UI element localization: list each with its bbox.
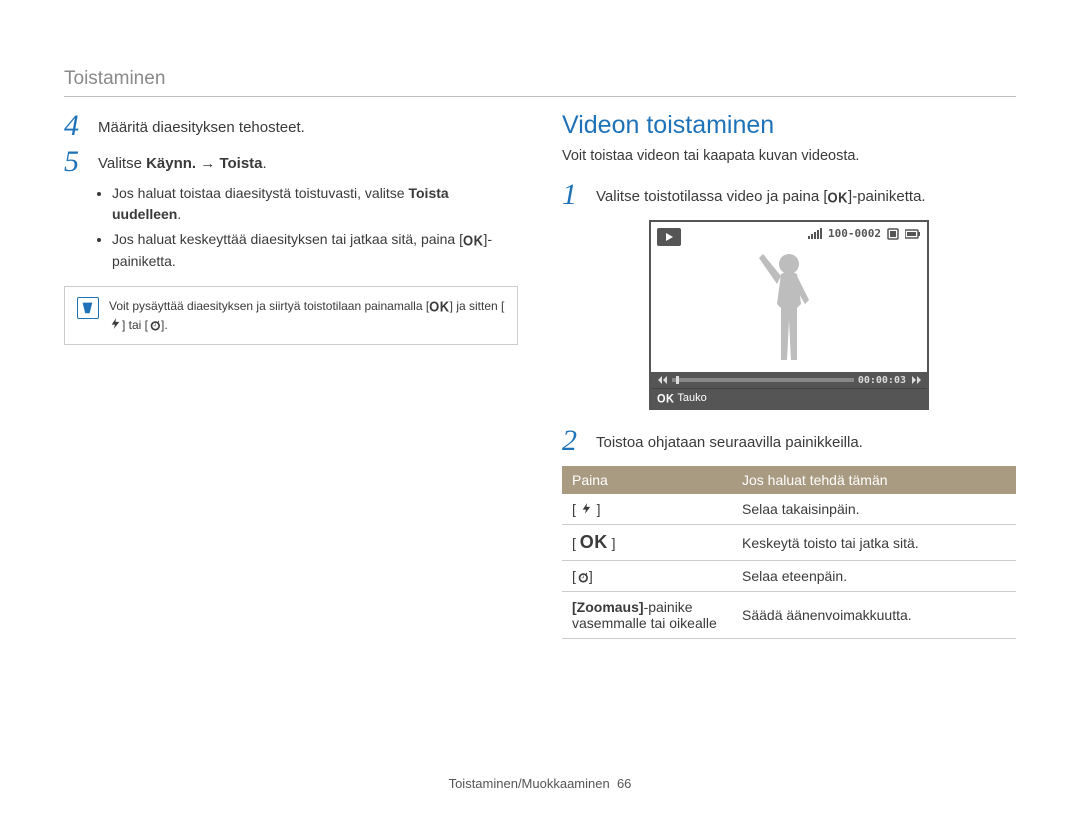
table-row: [ OK ]Keskeytä toisto tai jatka sitä.	[562, 525, 1016, 561]
desc-cell: Selaa eteenpäin.	[732, 561, 1016, 592]
caption-text: Tauko	[675, 392, 707, 404]
table-header: Jos haluat tehdä tämän	[732, 466, 1016, 494]
step-number: 5	[64, 147, 86, 177]
step-text: Valitse toistotilassa video ja paina [OK…	[596, 180, 1016, 210]
ok-icon: OK	[463, 230, 484, 251]
step-number: 1	[562, 180, 584, 210]
desc-cell: Keskeytä toisto tai jatka sitä.	[732, 525, 1016, 561]
frame-counter: 100-0002	[828, 227, 881, 240]
step-text: Määritä diaesityksen tehosteet.	[98, 111, 518, 141]
ok-icon: OK	[657, 392, 675, 405]
step-number: 4	[64, 111, 86, 141]
header-divider	[64, 96, 1016, 97]
forward-icon	[910, 375, 923, 386]
section-heading: Videon toistaminen	[562, 111, 1016, 140]
key-cell: [ OK ]	[562, 525, 732, 561]
person-silhouette	[751, 248, 827, 368]
page-header: Toistaminen	[64, 68, 1016, 90]
preview-caption: OK Tauko	[651, 388, 927, 408]
key-cell: [ ]	[562, 494, 732, 525]
rewind-icon	[655, 375, 668, 386]
table-header: Paina	[562, 466, 732, 494]
bullet-item: Jos haluat toistaa diaesitystä toistuvas…	[112, 183, 518, 225]
controls-table: Paina Jos haluat tehdä tämän [ ]Selaa ta…	[562, 466, 1016, 639]
desc-cell: Säädä äänenvoimakkuutta.	[732, 592, 1016, 639]
step-number: 2	[562, 426, 584, 456]
key-cell: [Zoomaus]-painike vasemmalle tai oikeall…	[562, 592, 732, 639]
step-text: Valitse Käynn. → Toista.	[98, 147, 518, 177]
footer-section: Toistaminen/Muokkaaminen	[449, 776, 610, 791]
table-row: [ ]Selaa takaisinpäin.	[562, 494, 1016, 525]
video-preview: 100-0002	[649, 220, 929, 410]
page-footer: Toistaminen/Muokkaaminen 66	[0, 776, 1080, 791]
ok-icon: OK	[580, 532, 608, 552]
timer-icon	[576, 570, 589, 583]
progress-track	[672, 378, 854, 382]
step-text: Toistoa ohjataan seuraavilla painikkeill…	[596, 426, 1016, 456]
sound-level-icon	[808, 228, 822, 239]
bullet-item: Jos haluat keskeyttää diaesityksen tai j…	[112, 229, 518, 272]
timer-icon	[148, 318, 161, 331]
battery-icon	[905, 229, 921, 239]
bullet-list: Jos haluat toistaa diaesitystä toistuvas…	[94, 183, 518, 272]
ok-icon: OK	[429, 296, 450, 317]
flash-icon	[109, 317, 122, 330]
note-box: Voit pysäyttää diaesityksen ja siirtyä t…	[64, 286, 518, 346]
ok-icon: OK	[828, 188, 849, 209]
note-text: Voit pysäyttää diaesityksen ja siirtyä t…	[109, 297, 505, 335]
table-row: [Zoomaus]-painike vasemmalle tai oikeall…	[562, 592, 1016, 639]
card-icon	[887, 228, 899, 240]
key-cell: []	[562, 561, 732, 592]
elapsed-time: 00:00:03	[858, 375, 906, 386]
section-subtitle: Voit toistaa videon tai kaapata kuvan vi…	[562, 148, 1016, 164]
flash-icon	[580, 502, 593, 515]
play-mode-badge	[657, 228, 681, 246]
footer-page: 66	[617, 776, 631, 791]
table-row: []Selaa eteenpäin.	[562, 561, 1016, 592]
note-icon	[77, 297, 99, 319]
desc-cell: Selaa takaisinpäin.	[732, 494, 1016, 525]
